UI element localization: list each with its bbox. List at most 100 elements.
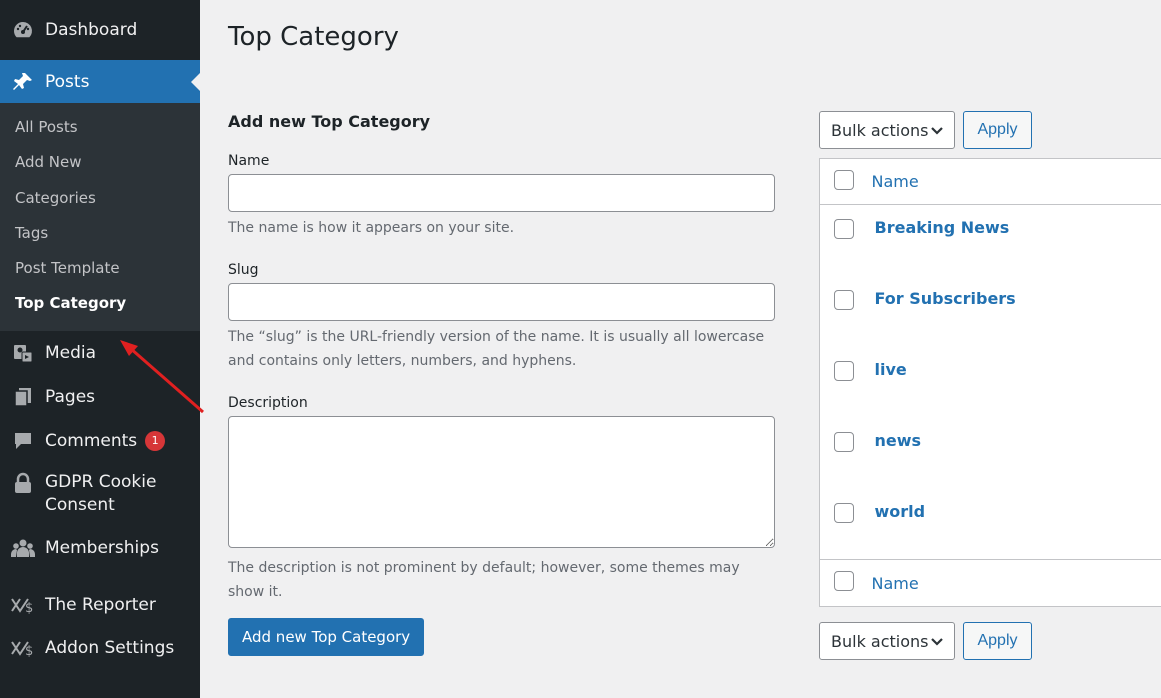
select-all-cell-top: [820, 159, 872, 205]
media-icon: [10, 341, 36, 365]
name-label: Name: [228, 153, 270, 169]
row-name-link[interactable]: live: [872, 347, 1161, 418]
submenu-post-template[interactable]: Post Template: [0, 251, 200, 286]
column-footer-name[interactable]: Name: [872, 560, 1161, 607]
field-slug: Slug The “slug” is the URL-friendly vers…: [228, 262, 778, 373]
lock-icon: [10, 471, 36, 495]
submenu-categories[interactable]: Categories: [0, 181, 200, 216]
menu-gdpr-cookie-consent[interactable]: GDPR Cookie Consent: [0, 463, 200, 527]
menu-dashboard[interactable]: Dashboard: [0, 0, 200, 60]
field-description: Description The description is not promi…: [228, 395, 778, 604]
admin-sidebar: Dashboard Posts All Posts Add New Catego…: [0, 0, 200, 698]
pages-icon: [10, 385, 36, 409]
terms-list-panel: Bulk actions Apply Name Breaking News Fo…: [819, 111, 1161, 660]
slug-description-line-1: The “slug” is the URL-friendly version o…: [228, 329, 765, 345]
table-row: world: [820, 489, 1161, 560]
addon-icon: $: [10, 636, 36, 660]
apply-button-top[interactable]: Apply: [963, 111, 1032, 149]
bulk-actions-label-bottom: Bulk actions: [831, 631, 929, 651]
menu-memberships[interactable]: Memberships: [0, 527, 200, 569]
name-input[interactable]: [228, 174, 775, 212]
description-help-line-1: The description is not prominent by defa…: [228, 560, 740, 576]
slug-description-line-2: and contains only letters, numbers, and …: [228, 353, 577, 369]
column-header-name[interactable]: Name: [872, 159, 1161, 205]
row-checkbox-cell: [820, 347, 872, 418]
comments-count-badge: 1: [145, 430, 166, 451]
menu-gdpr-line-1: GDPR Cookie: [45, 471, 157, 492]
add-term-form: Add new Top Category Name The name is ho…: [228, 112, 778, 656]
page-title: Top Category: [228, 22, 399, 52]
row-checkbox[interactable]: [834, 502, 854, 523]
tablenav-top: Bulk actions Apply: [819, 111, 1161, 149]
submenu-all-posts[interactable]: All Posts: [0, 110, 200, 145]
terms-table: Name Breaking News For Subscribers live …: [819, 158, 1161, 607]
row-checkbox-cell: [820, 205, 872, 276]
name-description: The name is how it appears on your site.: [228, 220, 515, 236]
menu-posts[interactable]: Posts: [0, 60, 200, 103]
menu-dashboard-label: Dashboard: [45, 20, 138, 40]
bulk-actions-select-top[interactable]: Bulk actions: [819, 111, 955, 149]
row-name-link[interactable]: world: [872, 489, 1161, 560]
main-content: Top Category Add new Top Category Name T…: [200, 0, 1161, 698]
tablenav-bottom: Bulk actions Apply: [819, 622, 1161, 660]
row-name-link[interactable]: news: [872, 418, 1161, 489]
bulk-actions-label-top: Bulk actions: [831, 120, 929, 140]
apply-button-bottom[interactable]: Apply: [963, 622, 1032, 660]
select-all-checkbox-top[interactable]: [834, 169, 854, 190]
field-name: Name The name is how it appears on your …: [228, 153, 778, 240]
submenu-tags[interactable]: Tags: [0, 216, 200, 251]
table-row: Breaking News: [820, 205, 1161, 276]
form-heading: Add new Top Category: [228, 112, 431, 131]
table-row: news: [819, 417, 1161, 489]
menu-the-reporter-label: The Reporter: [45, 594, 156, 615]
menu-addon-settings-label: Addon Settings: [45, 637, 175, 658]
menu-gdpr-line-2: Consent: [45, 494, 115, 515]
row-checkbox-cell: [820, 418, 872, 489]
select-all-checkbox-bottom[interactable]: [834, 571, 854, 591]
chevron-down-icon: [930, 121, 944, 140]
table-row: live: [820, 347, 1161, 418]
description-label: Description: [228, 395, 308, 411]
table-header-row: Name: [819, 159, 1161, 205]
menu-memberships-label: Memberships: [45, 537, 159, 558]
add-new-top-category-button[interactable]: Add new Top Category: [228, 618, 425, 656]
comments-icon: [10, 429, 36, 453]
posts-submenu: All Posts Add New Categories Tags Post T…: [0, 103, 200, 331]
row-checkbox[interactable]: [834, 360, 854, 381]
slug-label: Slug: [228, 262, 259, 278]
row-checkbox-cell: [820, 489, 872, 560]
menu-comments[interactable]: Comments 1: [0, 419, 200, 463]
menu-media[interactable]: Media: [0, 331, 200, 375]
menu-addon-settings[interactable]: $ Addon Settings: [0, 627, 200, 669]
submenu-add-new[interactable]: Add New: [0, 145, 200, 180]
select-all-cell-bottom: [820, 560, 872, 607]
row-checkbox-cell: [820, 276, 872, 347]
menu-posts-label: Posts: [45, 71, 90, 92]
description-help-line-2: show it.: [228, 584, 283, 600]
slug-description: The “slug” is the URL-friendly version o…: [228, 325, 778, 373]
memberships-icon: [10, 536, 36, 560]
menu-pages[interactable]: Pages: [0, 375, 200, 419]
bulk-actions-select-bottom[interactable]: Bulk actions: [819, 622, 955, 660]
row-name-link[interactable]: For Subscribers: [872, 276, 1161, 347]
svg-text:$: $: [25, 644, 33, 658]
table-row: For Subscribers: [819, 275, 1161, 347]
description-textarea[interactable]: [228, 416, 775, 548]
row-name-link[interactable]: Breaking News: [872, 205, 1161, 276]
pin-icon: [10, 70, 36, 94]
menu-gdpr-label: GDPR Cookie Consent: [45, 471, 156, 517]
row-checkbox[interactable]: [834, 431, 854, 452]
row-checkbox[interactable]: [834, 219, 854, 239]
row-checkbox[interactable]: [834, 289, 854, 310]
menu-comments-label: Comments: [45, 430, 138, 451]
submenu-top-category[interactable]: Top Category: [0, 286, 200, 321]
chevron-down-icon: [930, 632, 944, 651]
menu-the-reporter[interactable]: $ The Reporter: [0, 583, 200, 627]
reporter-icon: $: [10, 593, 36, 617]
menu-pages-label: Pages: [45, 386, 96, 407]
table-footer-row: Name: [819, 559, 1161, 607]
menu-media-label: Media: [45, 342, 97, 363]
dashboard-icon: [10, 18, 36, 42]
slug-input[interactable]: [228, 283, 775, 321]
svg-text:$: $: [25, 601, 33, 615]
